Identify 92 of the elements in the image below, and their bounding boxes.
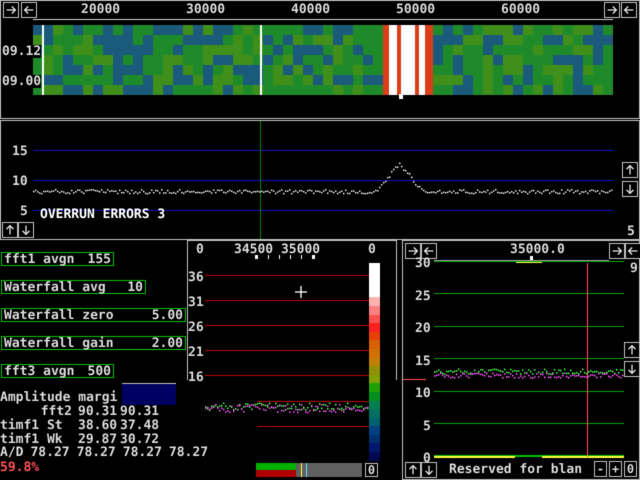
margin-value: 30.72 [120,433,160,446]
arrow-right-button[interactable] [609,243,625,259]
margin-name: timf1 St [0,419,64,432]
y-axis-label: 31 [188,296,204,309]
arrow-left-button[interactable] [625,243,640,259]
arrow-down-button[interactable] [622,181,638,197]
ad-label: A/D [0,446,24,459]
scale-label: 0 [368,243,376,256]
waterfall-marker [399,94,403,99]
y-axis-label: 25 [415,290,431,302]
arrow-up-button[interactable] [622,162,638,178]
margin-name: timf1 Wk [0,433,63,446]
frequency-label: 50000 [396,3,436,16]
margin-indicator [122,383,176,405]
y-axis-label: 0 [423,452,431,465]
margin-value: 38.60 [78,419,118,432]
arrow-left-icon [22,3,36,17]
arrow-right-icon [605,3,619,17]
adjust-button[interactable]: 0 [624,461,637,477]
arrow-down-icon [422,463,436,477]
amplitude-title: Amplitude margi [0,391,118,404]
arrow-left-button[interactable] [21,2,37,18]
ad-value: 78.27 [122,446,162,459]
ad-value: 78.27 [30,446,70,459]
arrow-right-icon [610,244,624,258]
crosshair-icon [295,286,307,298]
arrow-right-button[interactable] [405,243,421,259]
arrow-left-icon [622,3,636,17]
y-axis-label: 21 [188,346,204,359]
ad-value: 78.27 [76,446,116,459]
cpu-load: 59.8% [0,461,40,474]
arrow-left-icon [422,244,436,258]
arrow-down-icon [625,362,639,376]
y-axis-label: 16 [188,371,204,384]
margin-value: 90.31 [120,405,160,418]
arrow-up-button[interactable] [405,462,421,478]
ad-value: 78.27 [168,446,208,459]
arrow-right-icon [406,244,420,258]
frequency-label: 30000 [186,3,226,16]
arrow-right-icon [4,3,18,17]
arrow-down-icon [623,182,637,196]
y-axis-label: 15 [415,354,431,368]
arrow-up-button[interactable] [2,222,18,238]
parameter-field[interactable]: Waterfall avg 10 [1,280,146,294]
arrow-left-icon [626,244,640,258]
corner-label: 9 [630,262,638,275]
frequency-label: 34500 35000 [234,243,320,256]
parameter-field[interactable]: Waterfall zero 5.00 [1,308,186,322]
y-axis-label: 20 [415,322,431,335]
margin-name: fft2 [40,405,73,418]
y-axis-label: 30 [415,257,431,270]
corner-label: 5 [627,225,635,238]
y-axis-label: 36 [188,271,204,284]
arrow-up-icon [623,163,637,177]
parameter-field[interactable]: fft1 avgn 155 [1,252,114,266]
margin-value: 37.48 [120,419,160,432]
scale-label: 0 [196,243,204,256]
frequency-label: 35000.0 [510,243,565,256]
overrun-message: OVERRUN ERRORS 3 [40,208,166,221]
arrow-up-icon [3,223,17,237]
zero-button[interactable]: 0 [365,463,378,477]
arrow-left-button[interactable] [421,243,437,259]
y-axis-label: 15 [12,145,28,158]
reference-line [403,379,426,380]
frequency-label: 20000 [81,3,120,16]
y-axis-label: 10 [12,175,28,188]
arrow-left-button[interactable] [621,2,637,18]
parameter-field[interactable]: Waterfall gain 2.00 [1,336,186,350]
frequency-label: 40000 [291,3,330,16]
arrow-right-button[interactable] [3,2,19,18]
margin-value: 29.87 [78,433,118,446]
frequency-marker [530,256,533,260]
parameter-field[interactable]: fft3 avgn 500 [1,364,114,378]
y-axis-label: 26 [188,321,204,334]
arrow-up-button[interactable] [624,342,640,358]
y-axis-label: 10 [415,387,431,400]
status-text: Reserved for blan [449,463,582,476]
time-label: 09.12 [2,45,42,58]
arrow-down-icon [19,223,33,237]
adjust-button[interactable]: + [609,461,622,477]
time-label: 09.00 [2,75,42,88]
y-axis-label: 5 [423,420,431,432]
arrow-up-icon [406,463,420,477]
adjust-button[interactable]: - [594,461,607,477]
arrow-down-button[interactable] [421,462,437,478]
arrow-down-button[interactable] [18,222,34,238]
arrow-up-icon [625,343,639,357]
arrow-right-button[interactable] [604,2,620,18]
arrow-down-button[interactable] [624,361,640,377]
margin-value: 90.31 [78,405,118,418]
frequency-label: 60000 [501,3,540,16]
y-axis-label: 5 [20,205,28,218]
